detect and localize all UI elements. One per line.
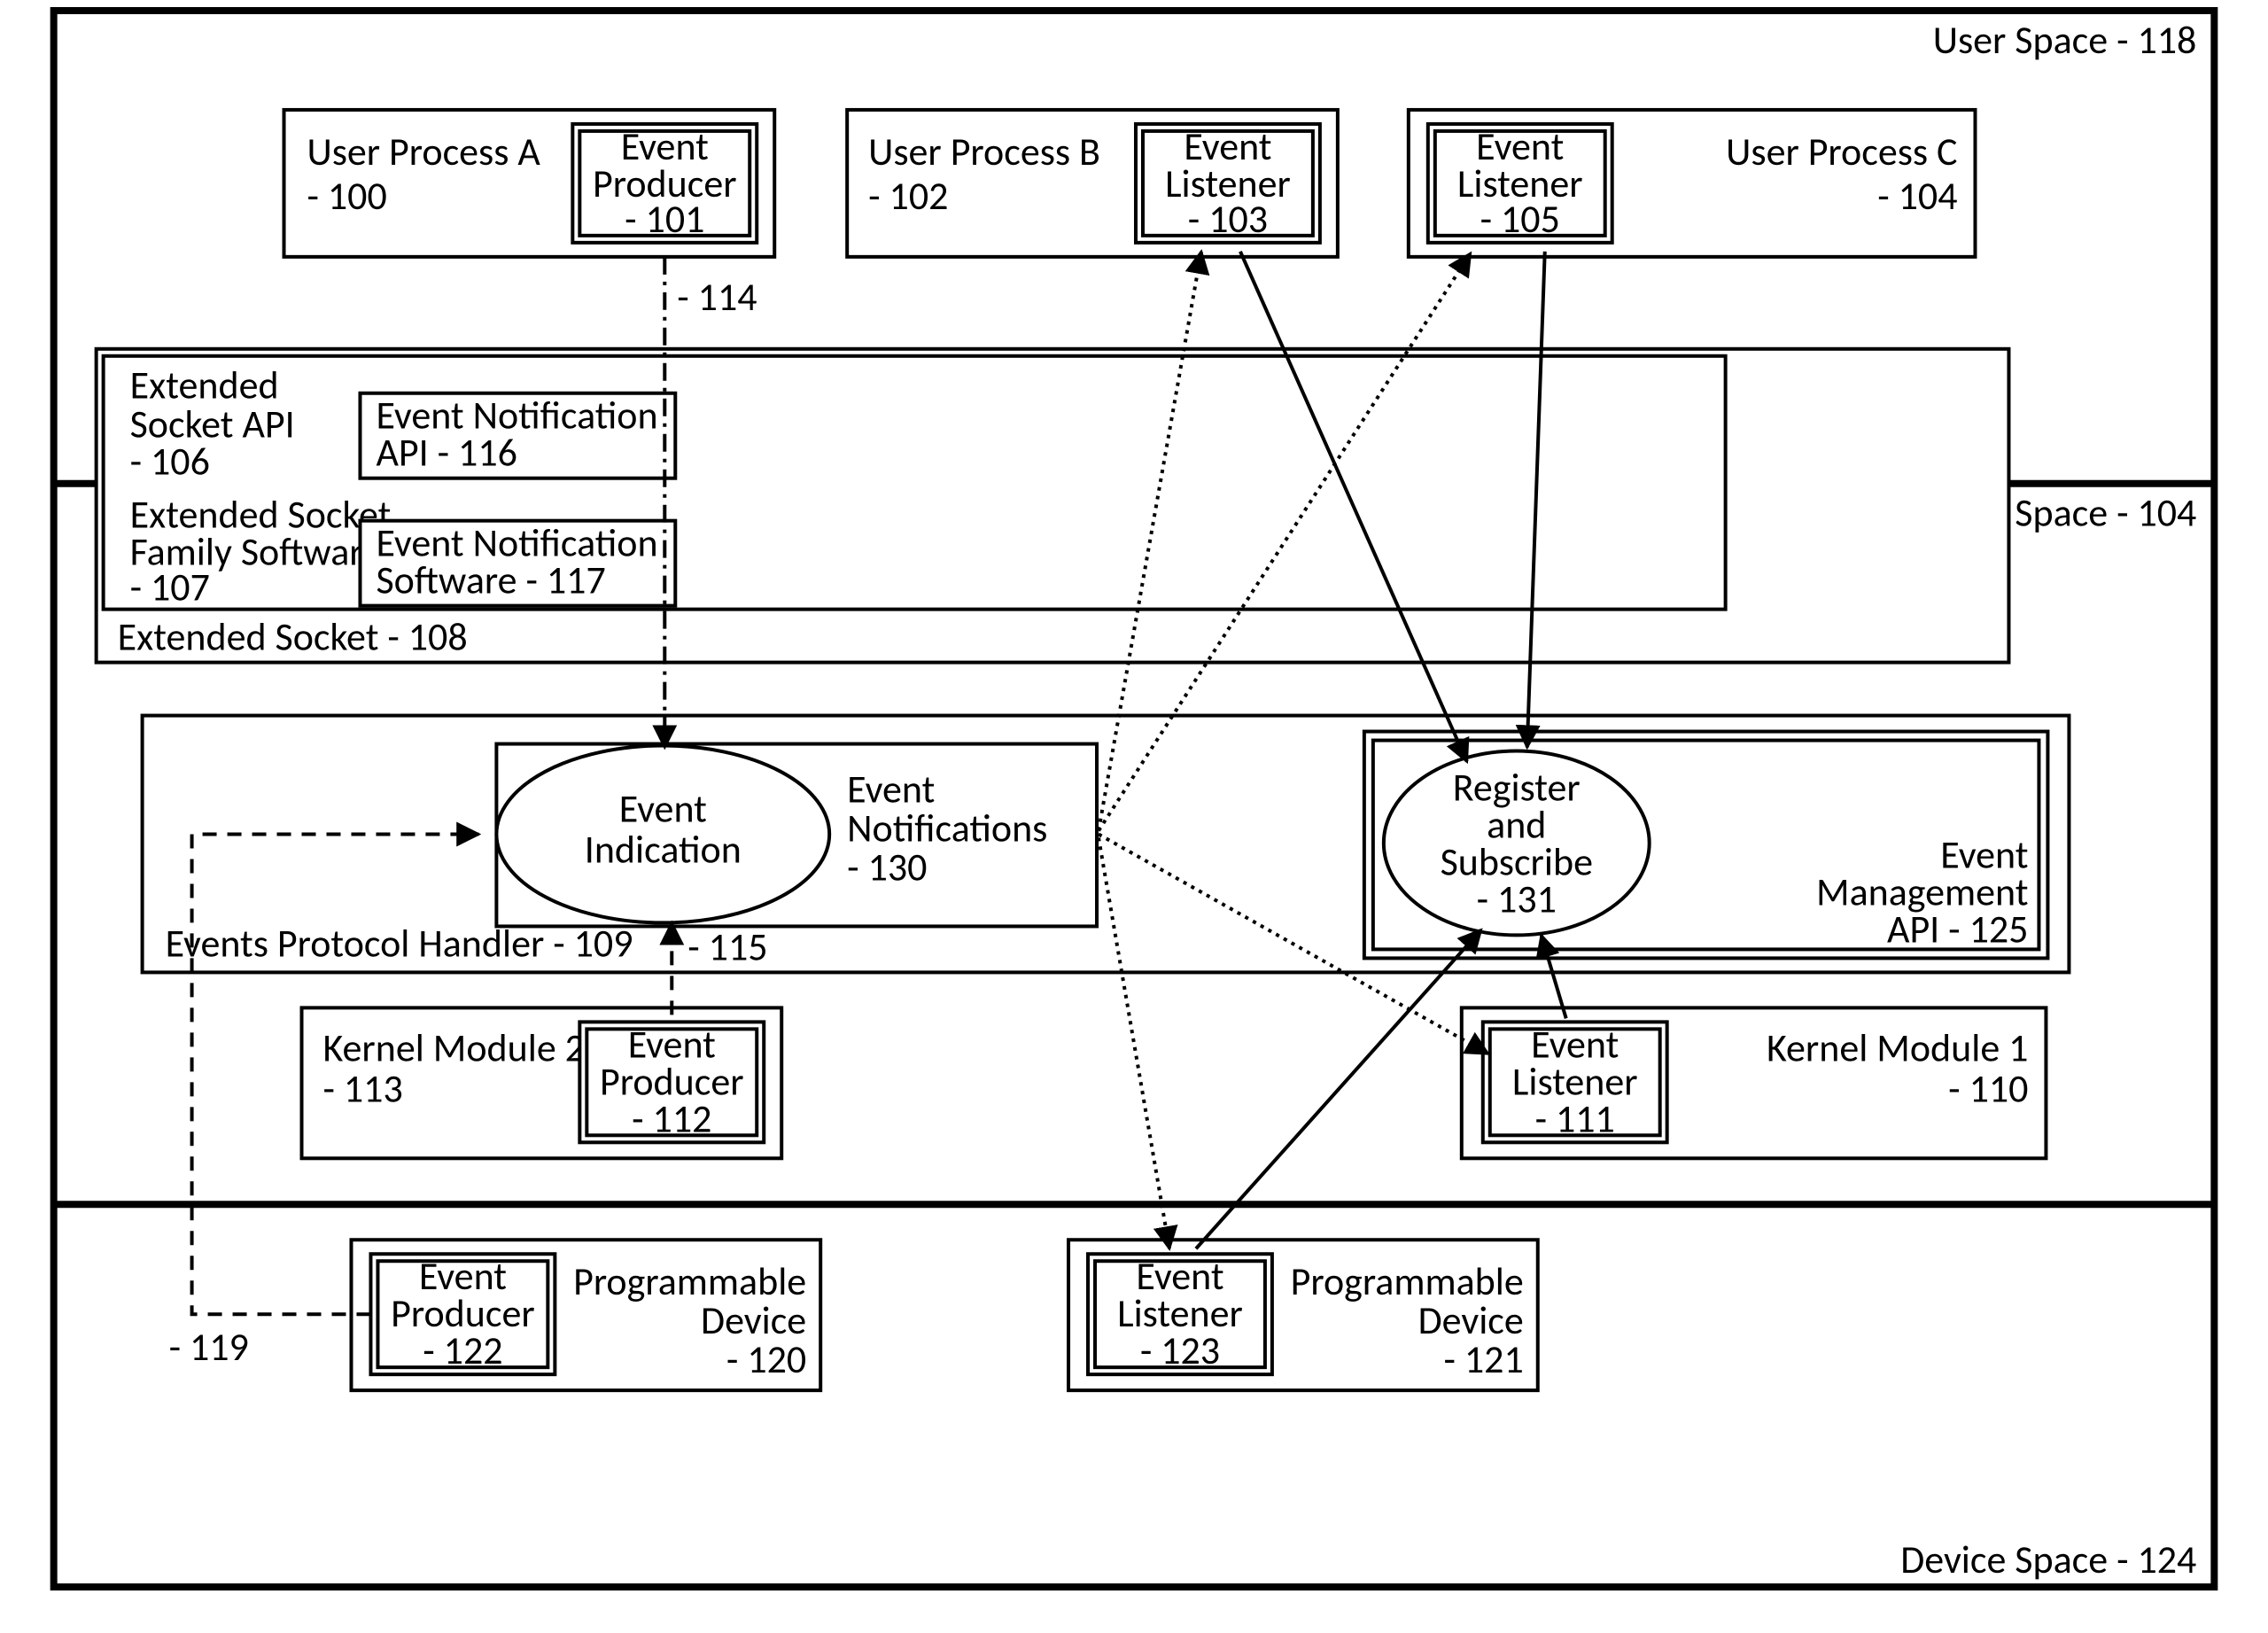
svg-text:- 102: - 102 [868,172,948,220]
svg-text:- 107: - 107 [130,564,210,611]
user-process-b: User Process B - 102 Event Listener - 10… [847,110,1338,257]
svg-text:- 106: - 106 [130,438,210,486]
svg-text:- 100: - 100 [307,172,387,220]
svg-text:User Process A: User Process A [307,128,541,175]
extended-socket: Extended Socket API - 106 Event Notifica… [97,349,2009,663]
kernel-module-1: Kernel Module 1 - 110 Event Listener - 1… [1462,1007,2047,1158]
svg-text:- 120: - 120 [726,1335,806,1383]
svg-text:- 104: - 104 [1877,172,1957,220]
user-process-c: User Process C - 104 Event Listener - 10… [1409,110,1976,257]
kernel-module-2: Kernel Module 2 - 113 Event Producer - 1… [302,1007,782,1158]
svg-text:- 130: - 130 [847,843,927,890]
svg-text:Software - 117: Software - 117 [376,556,605,604]
svg-text:- 122: - 122 [423,1326,502,1374]
user-space-label: User Space - 118 [1933,16,2197,64]
svg-text:- 112: - 112 [632,1094,711,1142]
svg-text:Extended Socket - 108: Extended Socket - 108 [118,613,468,661]
user-process-a: User Process A - 100 Event Producer - 10… [284,110,775,257]
svg-text:- 111: - 111 [1535,1094,1615,1142]
svg-text:- 121: - 121 [1443,1335,1523,1383]
edge-119-label: - 119 [169,1323,249,1371]
svg-text:- 123: - 123 [1140,1326,1220,1374]
programmable-device-120: Programmable Device - 120 Event Producer… [351,1240,820,1390]
svg-text:API - 116: API - 116 [376,429,517,477]
svg-text:- 113: - 113 [322,1064,402,1112]
svg-text:- 101: - 101 [625,195,704,243]
svg-text:User Process B: User Process B [868,128,1100,175]
svg-text:- 131: - 131 [1477,875,1557,922]
device-space-label: Device Space - 124 [1900,1536,2196,1583]
programmable-device-121: Programmable Device - 121 Event Listener… [1068,1240,1538,1390]
diagram-root: User Space - 118 Kernel Space - 104 Devi… [0,0,2268,1633]
svg-text:- 103: - 103 [1188,195,1268,243]
edge-114-label: - 114 [677,273,757,321]
events-protocol-handler: Events Protocol Handler - 109 Event Indi… [143,716,2070,973]
svg-text:- 105: - 105 [1480,195,1560,243]
svg-text:Indication: Indication [585,825,742,873]
svg-text:API - 125: API - 125 [1887,905,2028,953]
svg-text:User Process C: User Process C [1726,128,1957,175]
edge-115-label: - 115 [687,922,767,970]
svg-text:- 110: - 110 [1948,1064,2028,1112]
